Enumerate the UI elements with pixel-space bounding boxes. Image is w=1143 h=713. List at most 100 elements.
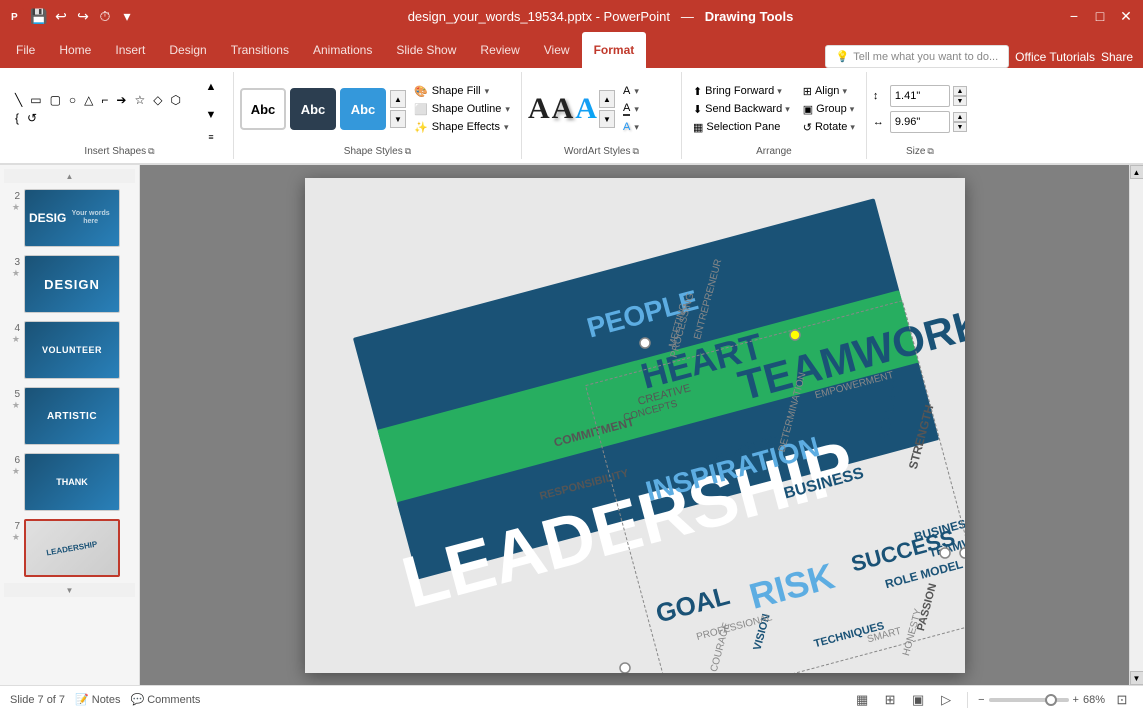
dropdown-arrow-icon[interactable]: ▾ [118,7,136,25]
wordart-down-btn[interactable]: ▼ [599,110,615,128]
slide-sorter-button[interactable]: ⊞ [879,689,901,711]
minimize-button[interactable]: − [1065,7,1083,25]
slide-img-4[interactable]: VOLUNTEER [24,321,120,379]
text-effects-button[interactable]: A ▾ [618,119,644,135]
shape-line[interactable]: ╲ [12,92,25,108]
width-down-btn[interactable]: ▼ [953,122,967,132]
selection-pane-button[interactable]: ▦ Selection Pane [688,119,795,136]
tell-me-input[interactable]: 💡 Tell me what you want to do... [825,45,1010,68]
wordart-gradient[interactable]: A [575,92,597,126]
slide-img-6[interactable]: THANK [24,453,120,511]
tab-file[interactable]: File [4,32,47,68]
shape-arrow[interactable]: ➔ [113,92,129,108]
size-expand-icon[interactable]: ⧉ [927,146,933,157]
shape-triangle[interactable]: △ [81,92,96,108]
height-input[interactable] [890,85,950,107]
slide-img-2[interactable]: DESIG Your words here [24,189,120,247]
shapes-gallery-down[interactable]: ▼ [195,102,227,128]
comments-button[interactable]: 💬 Comments [131,693,201,706]
file-title: design_your_words_19534.pptx - PowerPoin… [408,9,670,24]
reading-view-button[interactable]: ▣ [907,689,929,711]
shape-fill-button[interactable]: 🎨 Shape Fill ▾ [409,83,515,100]
right-scrollbar[interactable]: ▲ ▼ [1129,165,1143,685]
shapes-gallery-up[interactable]: ▲ [195,74,227,100]
zoom-handle[interactable] [1045,694,1057,706]
shape-hexagon[interactable]: ⬡ [167,92,183,108]
tab-format[interactable]: Format [582,32,647,68]
slideshow-view-button[interactable]: ▷ [935,689,957,711]
group-button[interactable]: ▣ Group ▾ [798,101,860,118]
style-up-btn[interactable]: ▲ [390,90,406,108]
style-down-btn[interactable]: ▼ [390,110,406,128]
scroll-down-button[interactable]: ▼ [1130,671,1143,685]
send-backward-button[interactable]: ⬇ Send Backward ▾ [688,101,795,118]
shape-effects-button[interactable]: ✨ Shape Effects ▾ [409,119,515,136]
tab-view[interactable]: View [532,32,582,68]
bring-forward-button[interactable]: ⬆ Bring Forward ▾ [688,83,795,100]
wordart-options: A ▾ A ▾ A ▾ [618,83,644,135]
shape-style-filled[interactable]: Abc [290,88,336,130]
slide-thumb-2[interactable]: 2 ★ DESIG Your words here [4,187,135,249]
height-down-btn[interactable]: ▼ [953,96,967,106]
slide-thumb-4[interactable]: 4 ★ VOLUNTEER [4,319,135,381]
expand-icon[interactable]: ⧉ [148,146,154,157]
share-button[interactable]: Share [1101,50,1133,64]
height-up-btn[interactable]: ▲ [953,86,967,96]
save-icon[interactable]: 💾 [30,7,48,25]
shape-star[interactable]: ☆ [131,92,148,108]
width-up-btn[interactable]: ▲ [953,112,967,122]
scroll-up-button[interactable]: ▲ [1130,165,1143,179]
wordart-plain[interactable]: A [528,92,550,126]
normal-view-button[interactable]: ▦ [851,689,873,711]
zoom-out-icon[interactable]: − [978,694,984,706]
width-input[interactable] [890,111,950,133]
slide-thumb-3[interactable]: 3 ★ DESIGN [4,253,135,315]
shape-rect[interactable]: ▭ [27,92,44,108]
shape-circle[interactable]: ○ [66,92,79,108]
timer-icon[interactable]: ⏱ [96,7,114,25]
shape-diamond[interactable]: ◇ [150,92,165,108]
text-fill-button[interactable]: A ▾ [618,83,644,99]
tab-animations[interactable]: Animations [301,32,384,68]
slide-area[interactable]: LEADERSHIP TEAMWORK HEART PEOPLE INSPIRA… [305,178,965,673]
shape-style-plain[interactable]: Abc [240,88,286,130]
slide-panel[interactable]: ▲ 2 ★ DESIG Your words here 3 ★ DESIGN [0,165,140,685]
zoom-in-icon[interactable]: + [1073,694,1079,706]
tab-review[interactable]: Review [468,32,531,68]
redo-icon[interactable]: ↪ [74,7,92,25]
panel-scroll-up[interactable]: ▲ [4,169,135,183]
shape-style-outlined[interactable]: Abc [340,88,386,130]
shapes-gallery-more[interactable]: ≡ [195,130,227,144]
fit-window-button[interactable]: ⊡ [1111,689,1133,711]
shape-outline-button[interactable]: ⬜ Shape Outline ▾ [409,101,515,118]
slide-thumb-6[interactable]: 6 ★ THANK [4,451,135,513]
wordart-expand-icon[interactable]: ⧉ [632,146,638,157]
maximize-button[interactable]: □ [1091,7,1109,25]
tab-home[interactable]: Home [47,32,103,68]
shape-right-angle[interactable]: ⌐ [98,92,111,108]
shape-rotate-arrow[interactable]: ↺ [24,110,40,126]
notes-button[interactable]: 📝 Notes [75,693,120,706]
wordart-shadow[interactable]: A [552,92,574,126]
rotate-button[interactable]: ↺ Rotate ▾ [798,119,860,136]
close-button[interactable]: ✕ [1117,7,1135,25]
panel-scroll-down[interactable]: ▼ [4,583,135,597]
office-tutorials-link[interactable]: Office Tutorials [1015,50,1095,64]
tab-design[interactable]: Design [157,32,218,68]
slide-thumb-5[interactable]: 5 ★ ARTISTIC [4,385,135,447]
text-outline-button[interactable]: A ▾ [618,100,644,118]
slide-thumb-7[interactable]: 7 ★ LEADERSHIP [4,517,135,579]
slide-img-3[interactable]: DESIGN [24,255,120,313]
zoom-control[interactable]: − + 68% [978,694,1105,706]
slide-img-5[interactable]: ARTISTIC [24,387,120,445]
shape-styles-expand-icon[interactable]: ⧉ [405,146,411,157]
tab-transitions[interactable]: Transitions [219,32,301,68]
slide-img-7[interactable]: LEADERSHIP [24,519,120,577]
shape-bracket[interactable]: { [12,110,22,126]
shape-rounded-rect[interactable]: ▢ [47,92,64,108]
tab-insert[interactable]: Insert [103,32,157,68]
wordart-up-btn[interactable]: ▲ [599,90,615,108]
align-button[interactable]: ⊞ Align ▾ [798,83,860,100]
tab-slideshow[interactable]: Slide Show [384,32,468,68]
undo-icon[interactable]: ↩ [52,7,70,25]
